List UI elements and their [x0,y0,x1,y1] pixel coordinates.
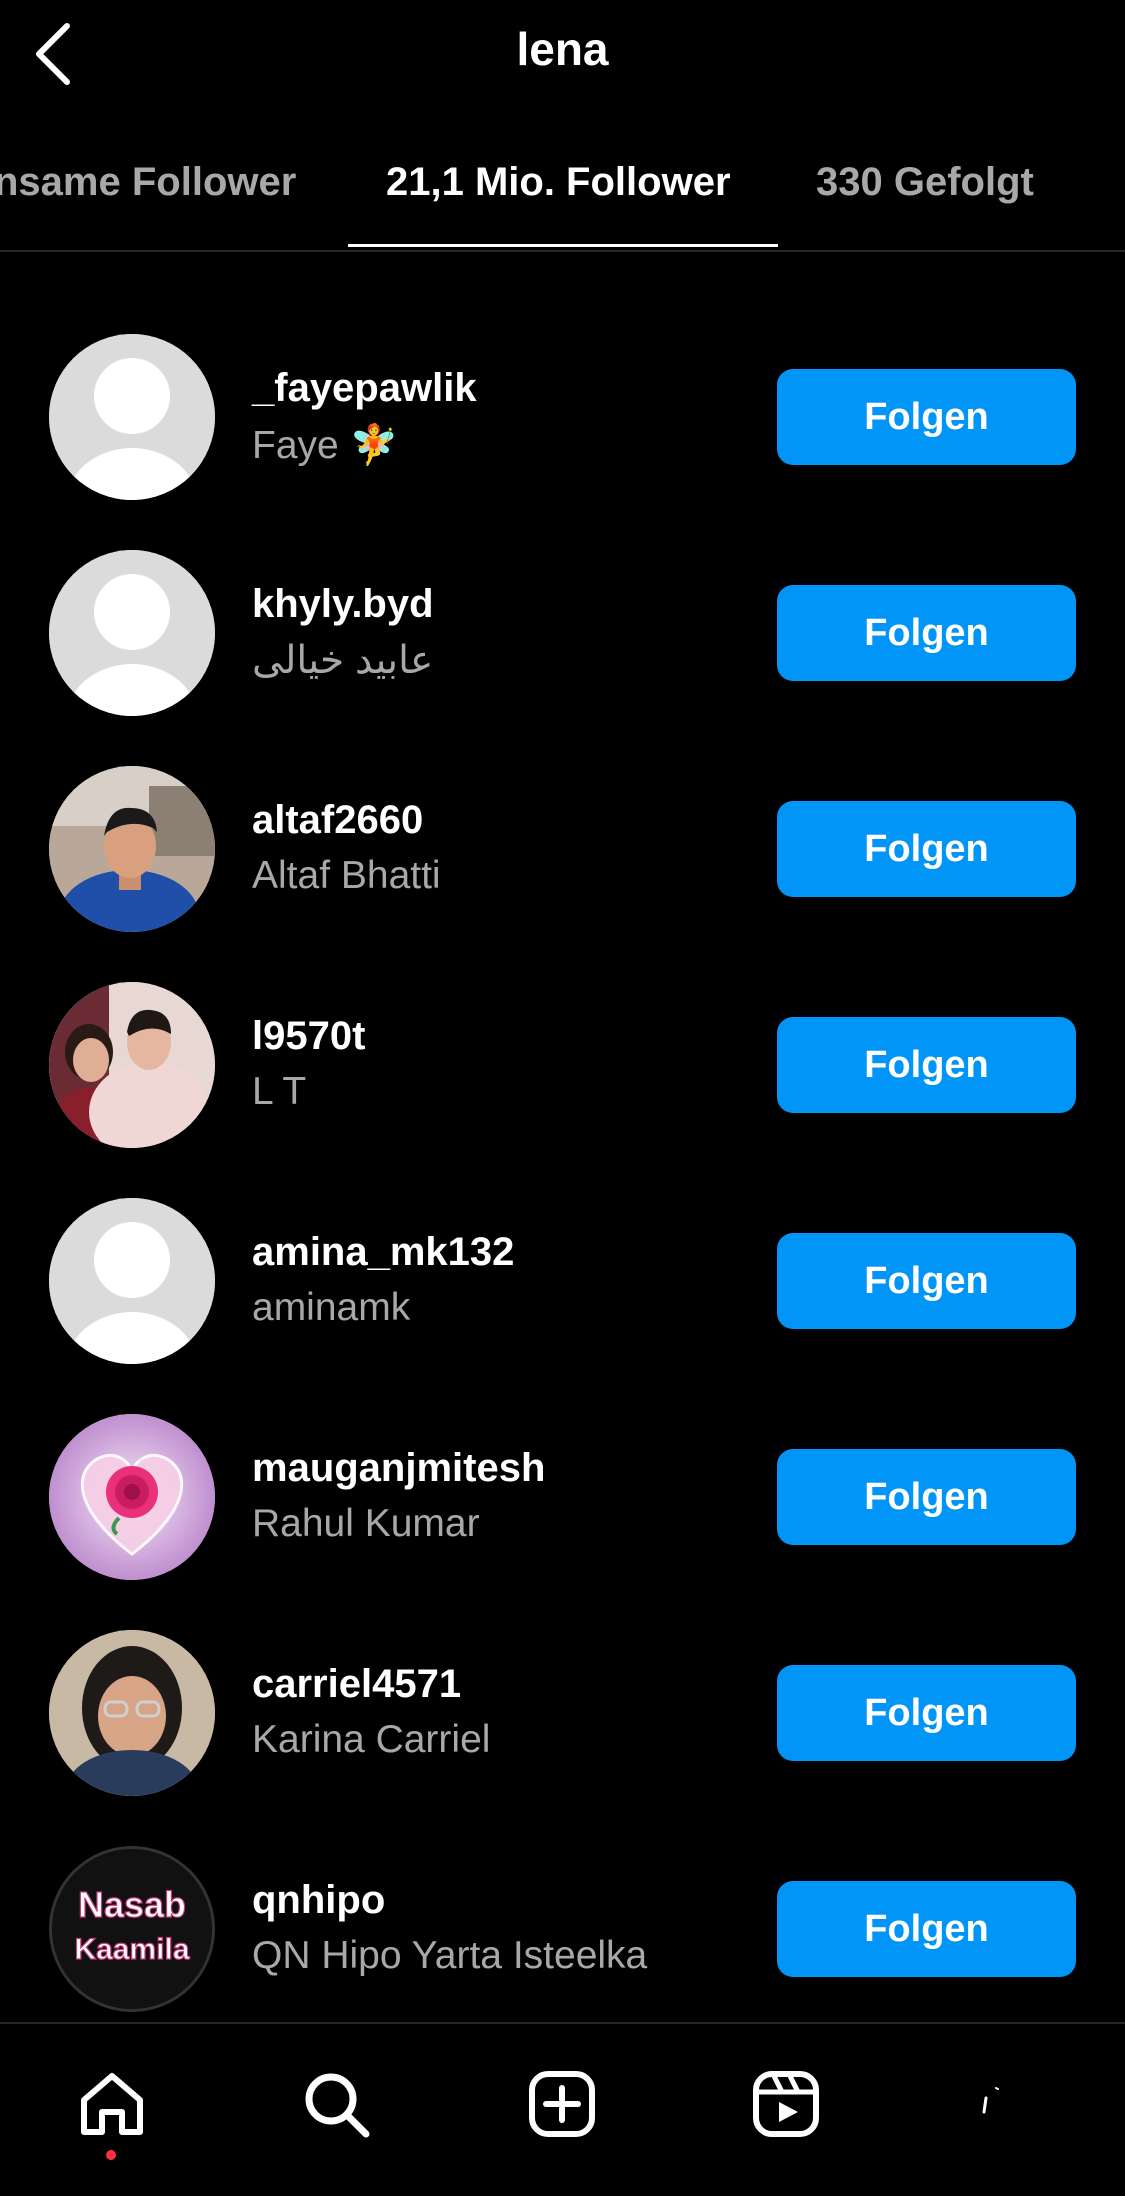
username[interactable]: carriel4571 [252,1662,461,1707]
profile-icon [982,2087,999,2114]
full-name: Faye 🧚 [252,424,399,467]
avatar[interactable] [49,982,215,1148]
avatar[interactable] [49,766,215,932]
list-item[interactable]: mauganjmitesh Rahul Kumar Folgen [0,1414,1125,1584]
default-avatar-icon [49,334,215,500]
avatar[interactable]: Nasab Kaamila [49,1846,215,2012]
followers-screen: lena nsame Follower 21,1 Mio. Follower 3… [0,0,1125,2196]
follow-button[interactable]: Folgen [777,1665,1076,1761]
full-name: Rahul Kumar [252,1502,480,1545]
nav-reels[interactable] [744,2062,828,2146]
tab-followers[interactable]: 21,1 Mio. Follower [386,160,731,205]
create-icon [529,2071,595,2137]
full-name: L T [252,1070,307,1113]
follow-button[interactable]: Folgen [777,1017,1076,1113]
logo-text-kaamila: Kaamila [74,1933,189,1966]
logo-text-nasab: Nasab [78,1884,186,1925]
follow-button[interactable]: Folgen [777,369,1076,465]
username[interactable]: qnhipo [252,1878,385,1923]
avatar[interactable] [49,1630,215,1796]
active-tab-indicator [348,244,778,247]
nav-profile[interactable] [960,2062,1044,2146]
follow-button[interactable]: Folgen [777,585,1076,681]
notification-dot [106,2150,116,2160]
follow-button[interactable]: Folgen [777,1449,1076,1545]
bottom-tab-bar [0,2022,1125,2196]
username[interactable]: l9570t [252,1014,365,1059]
avatar[interactable] [49,1198,215,1364]
list-item[interactable]: carriel4571 Karina Carriel Folgen [0,1630,1125,1800]
default-avatar-icon [49,1198,215,1364]
avatar[interactable] [49,1414,215,1580]
list-item[interactable]: _fayepawlik Faye 🧚 Folgen [0,334,1125,504]
follow-button[interactable]: Folgen [777,801,1076,897]
full-name: عابید خیالی [252,639,434,682]
username[interactable]: altaf2660 [252,798,423,843]
list-item[interactable]: altaf2660 Altaf Bhatti Folgen [0,766,1125,936]
nav-create[interactable] [520,2062,604,2146]
page-title: lena [516,23,609,75]
home-icon [81,2073,143,2135]
follow-button[interactable]: Folgen [777,1881,1076,1977]
default-avatar-icon [49,550,215,716]
reels-icon [753,2071,819,2137]
search-icon [305,2073,370,2138]
photo-couple-avatar [49,982,215,1148]
photo-woman-avatar [49,1630,215,1796]
list-item[interactable]: l9570t L T Folgen [0,982,1125,1152]
full-name: Altaf Bhatti [252,854,441,897]
nav-home[interactable] [70,2062,154,2146]
rose-heart-avatar [49,1414,215,1580]
nav-search[interactable] [294,2062,378,2146]
username[interactable]: _fayepawlik [252,366,477,411]
username[interactable]: amina_mk132 [252,1230,514,1275]
tab-mutual-followers[interactable]: nsame Follower [0,160,296,205]
full-name: Karina Carriel [252,1718,491,1761]
username[interactable]: mauganjmitesh [252,1446,545,1491]
full-name: aminamk [252,1286,411,1329]
list-item[interactable]: Nasab Kaamila qnhipo QN Hipo Yarta Istee… [0,1846,1125,2016]
follower-tabs: nsame Follower 21,1 Mio. Follower 330 Ge… [0,140,1125,252]
username[interactable]: khyly.byd [252,582,434,627]
list-item[interactable]: amina_mk132 aminamk Folgen [0,1198,1125,1368]
follow-button[interactable]: Folgen [777,1233,1076,1329]
list-item[interactable]: khyly.byd عابید خیالی Folgen [0,550,1125,720]
photo-man-avatar [49,766,215,932]
tab-following[interactable]: 330 Gefolgt [816,160,1034,205]
full-name: QN Hipo Yarta Isteelka [252,1934,648,1977]
avatar[interactable] [49,334,215,500]
avatar[interactable] [49,550,215,716]
nasab-kaamila-logo: Nasab Kaamila [52,1849,212,2009]
top-bar: lena [0,0,1125,108]
